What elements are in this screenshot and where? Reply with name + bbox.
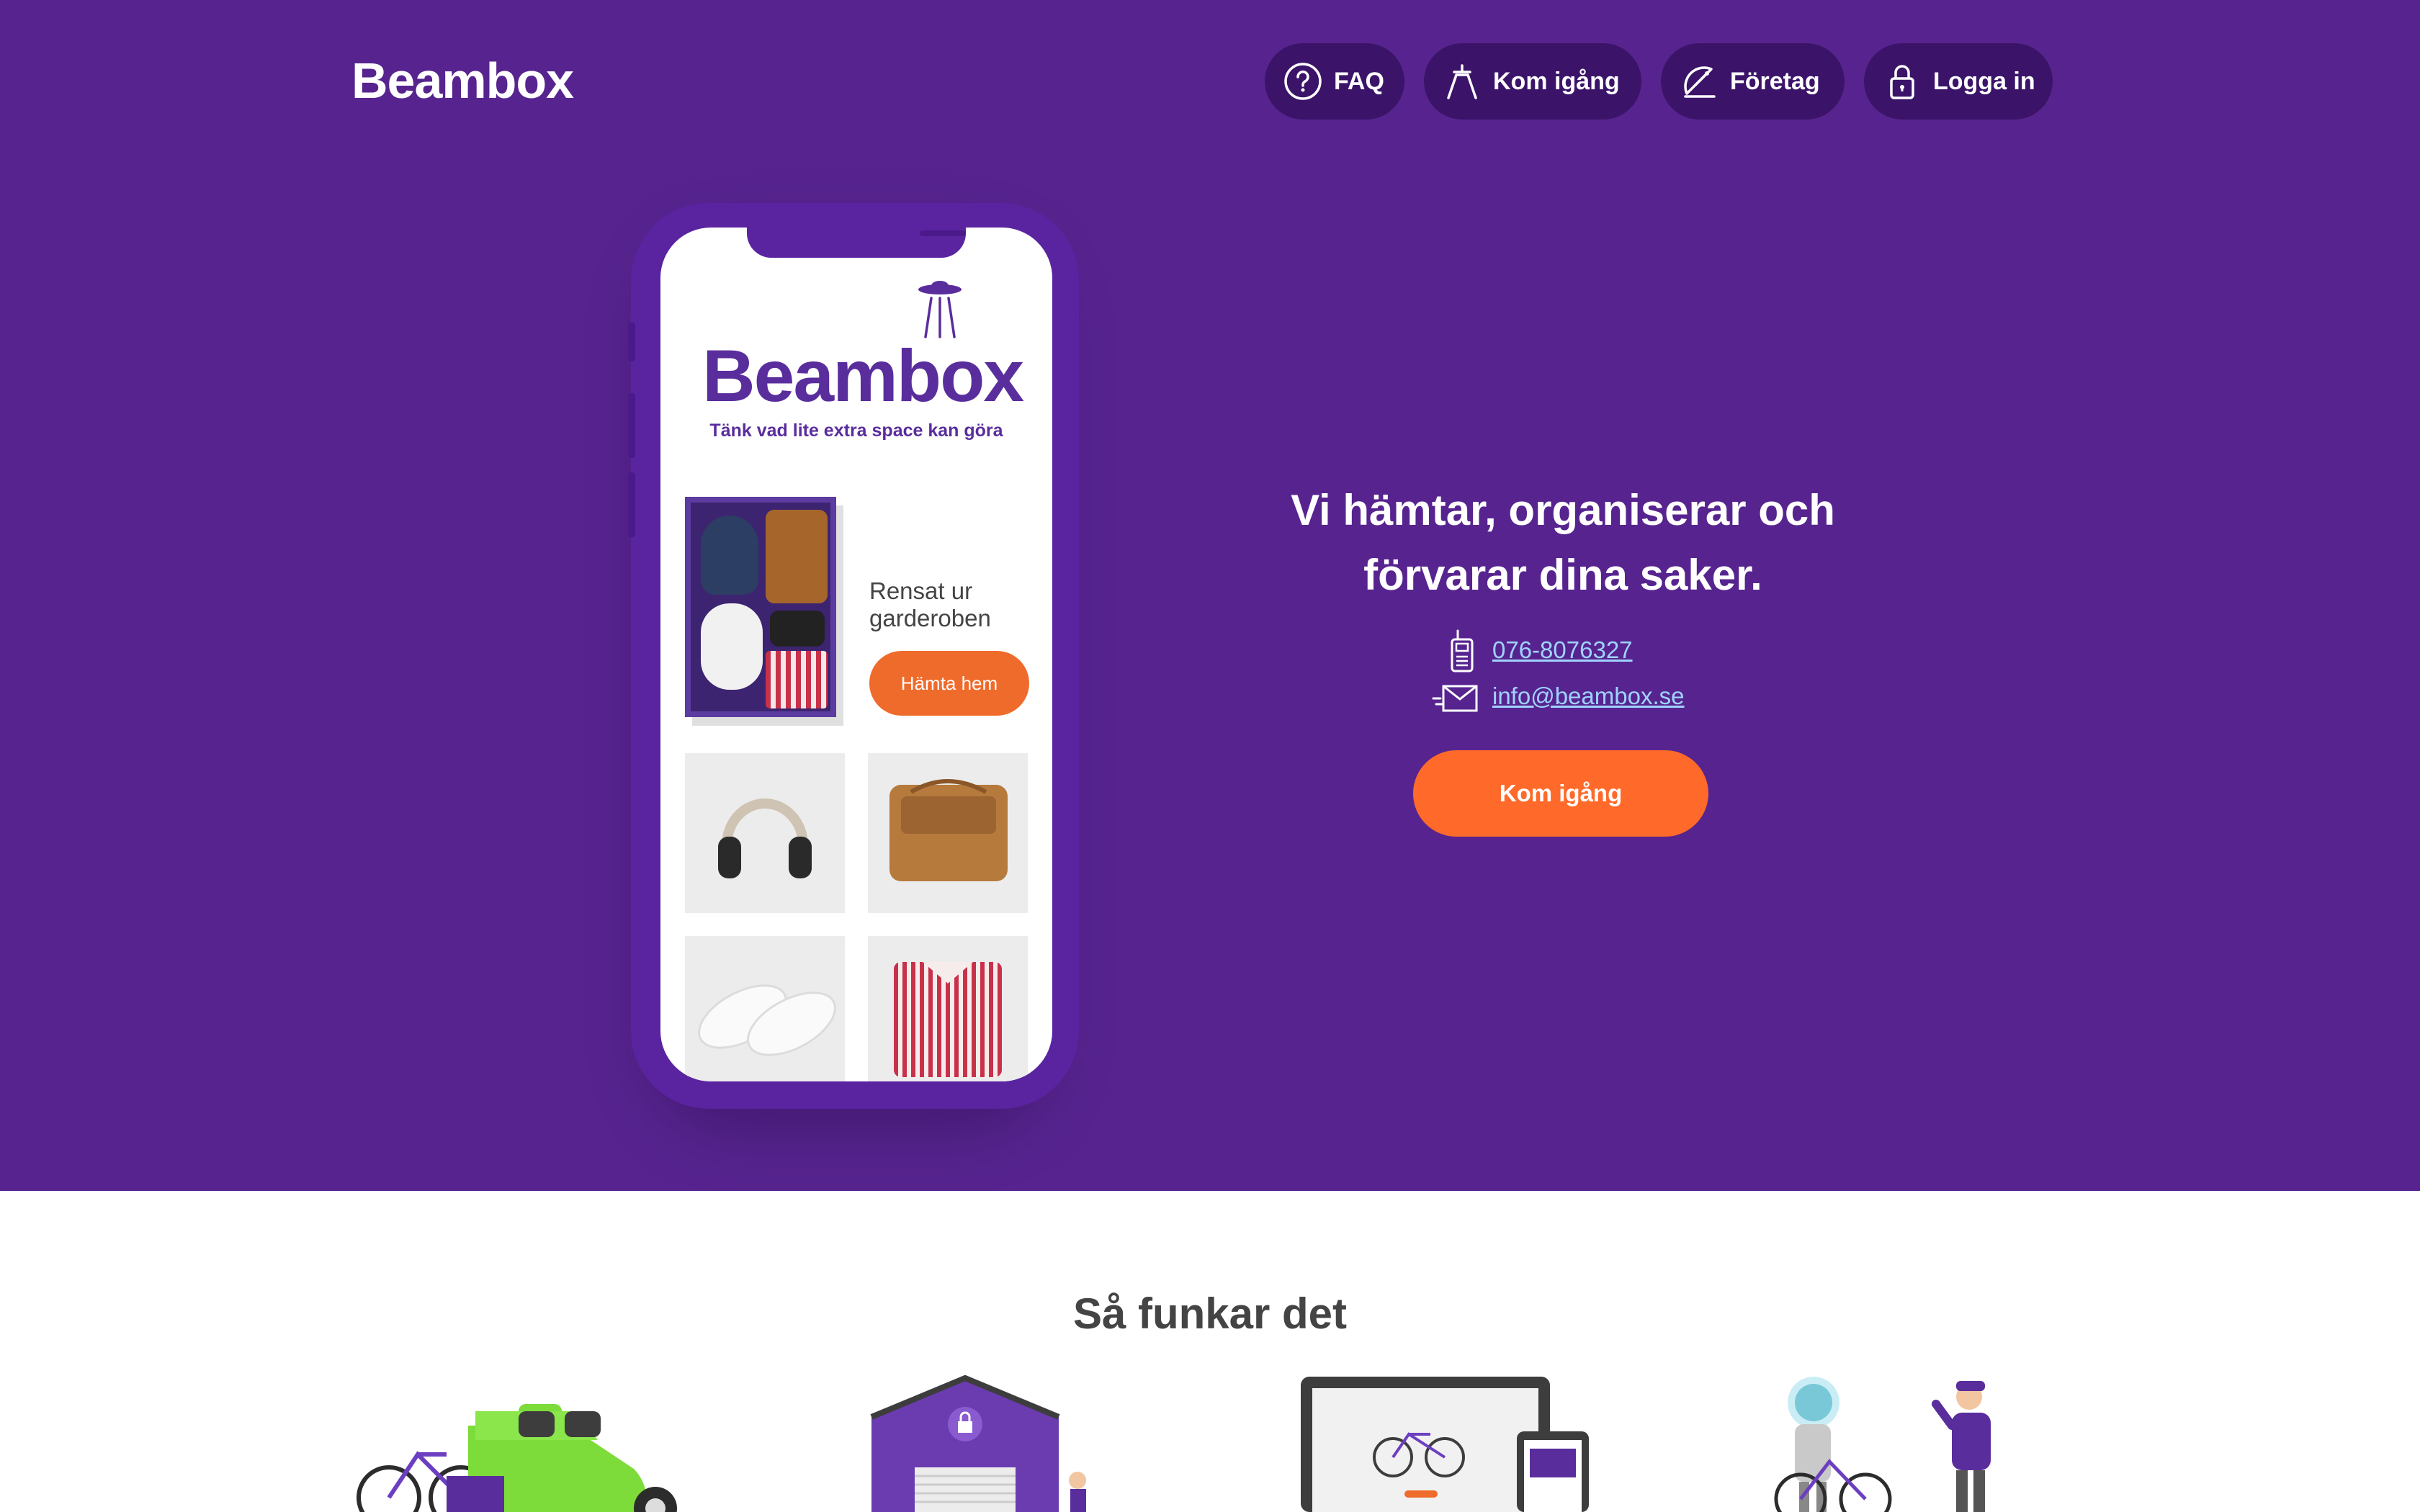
bag-item: [766, 510, 828, 603]
kom-igang-cta-button[interactable]: Kom igång: [1413, 750, 1708, 837]
camera-item: [770, 611, 825, 647]
nav-logga-in-label: Logga in: [1933, 67, 2035, 95]
hero-headline: Vi hämtar, organiserar och förvarar dina…: [1181, 478, 1945, 608]
nav-faq-button[interactable]: FAQ: [1265, 43, 1404, 120]
lock-icon: [1883, 62, 1922, 101]
site-logo[interactable]: Beambox: [351, 52, 574, 109]
nav-kom-igang-label: Kom igång: [1493, 67, 1620, 95]
sneakers-thumbnail: [685, 936, 845, 1081]
phone-volume-up: [628, 393, 635, 458]
computer-and-tablet-illustration: [1301, 1377, 1589, 1512]
phone-link[interactable]: 076-8076327: [1492, 636, 1633, 664]
headphones-thumbnail: [685, 753, 845, 913]
nav-faq-label: FAQ: [1334, 67, 1384, 95]
question-circle-icon: [1283, 62, 1322, 101]
app-tagline: Tänk vad lite extra space kan göra: [709, 420, 1003, 441]
hero-section: Beambox FAQ Kom igång Företag Logga in B…: [0, 0, 2420, 1191]
customer-and-courier-illustration: [1774, 1377, 1991, 1512]
card-text: Rensat ur garderoben: [869, 577, 991, 631]
app-logo: Beambox: [702, 335, 1024, 417]
phone-icon: [1451, 629, 1474, 672]
storage-box-image: [685, 497, 836, 717]
storage-building-illustration: [870, 1374, 1086, 1512]
nav-foretag-button[interactable]: Företag: [1661, 43, 1845, 120]
bag-thumbnail: [868, 753, 1028, 913]
how-it-works-title: Så funkar det: [1072, 1290, 1348, 1338]
shirt-item: [766, 651, 828, 708]
hamta-hem-button[interactable]: Hämta hem: [869, 651, 1029, 716]
hero-headline-line2: förvarar dina saker.: [1363, 551, 1762, 599]
shirt-thumbnail: [868, 936, 1028, 1081]
phone-volume-down: [628, 472, 635, 537]
satellite-dish-icon: [1680, 62, 1718, 101]
nav-foretag-label: Företag: [1730, 67, 1820, 95]
hero-headline-line1: Vi hämtar, organiserar och: [1291, 486, 1835, 534]
mail-icon: [1432, 685, 1478, 712]
email-link[interactable]: info@beambox.se: [1492, 683, 1684, 710]
phone-screen: Beambox Tänk vad lite extra space kan gö…: [660, 228, 1052, 1081]
phone-notch: [747, 228, 966, 258]
shoe-item: [701, 603, 763, 690]
phone-side-button: [628, 323, 635, 361]
nav-logga-in-button[interactable]: Logga in: [1864, 43, 2053, 120]
ufo-beam-icon: [1443, 62, 1482, 101]
jeans-item: [701, 516, 758, 595]
nav-kom-igang-button[interactable]: Kom igång: [1424, 43, 1641, 120]
van-and-bike-illustration: [357, 1404, 677, 1512]
